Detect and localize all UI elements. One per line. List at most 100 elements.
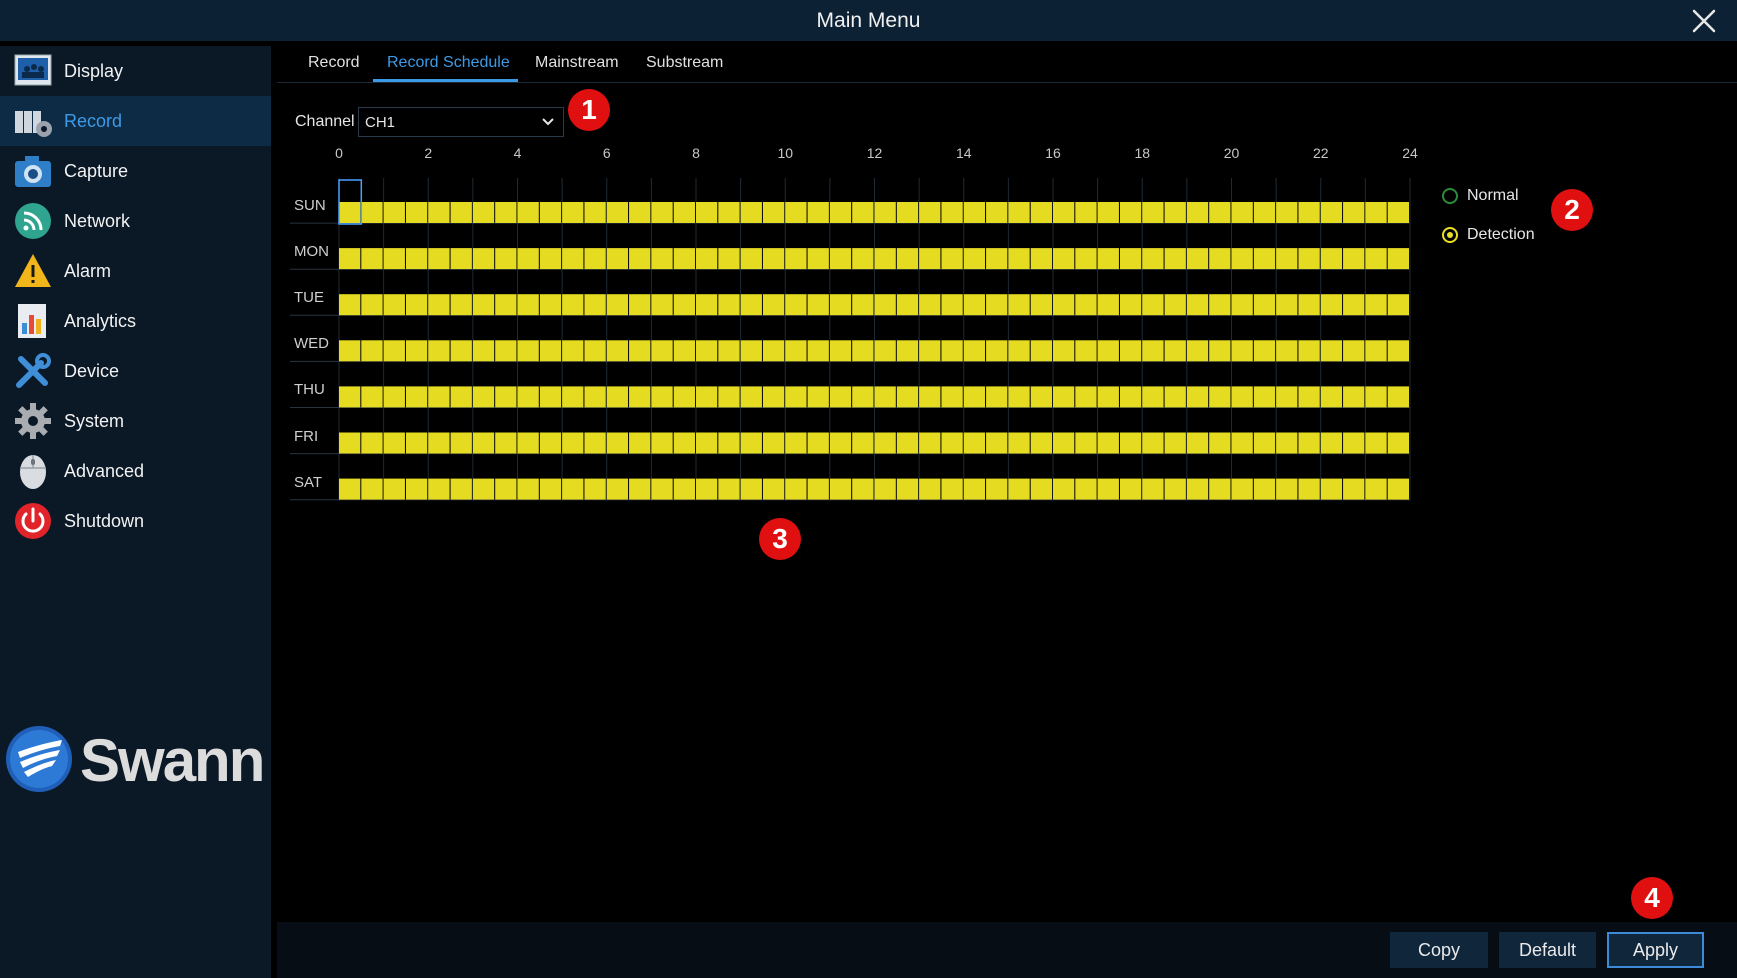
- schedule-slot[interactable]: [606, 386, 629, 408]
- sidebar-item-shutdown[interactable]: Shutdown: [0, 496, 271, 546]
- schedule-slot[interactable]: [339, 432, 361, 454]
- schedule-slot[interactable]: [1075, 432, 1097, 454]
- schedule-slot[interactable]: [1253, 248, 1276, 270]
- schedule-slot[interactable]: [740, 202, 762, 223]
- schedule-slot[interactable]: [807, 202, 829, 223]
- schedule-slot[interactable]: [450, 386, 472, 408]
- schedule-slot[interactable]: [785, 478, 807, 500]
- schedule-slot[interactable]: [896, 478, 919, 500]
- schedule-slot[interactable]: [1053, 386, 1075, 408]
- schedule-slot[interactable]: [1387, 202, 1409, 223]
- schedule-slot[interactable]: [1365, 294, 1387, 316]
- schedule-slot[interactable]: [1075, 478, 1097, 500]
- schedule-slot[interactable]: [718, 248, 740, 270]
- schedule-slot[interactable]: [584, 478, 606, 500]
- schedule-slot[interactable]: [1053, 432, 1075, 454]
- schedule-slot[interactable]: [1298, 202, 1320, 223]
- schedule-slot[interactable]: [495, 478, 517, 500]
- schedule-slot[interactable]: [1343, 432, 1365, 454]
- schedule-slot[interactable]: [1008, 386, 1030, 408]
- schedule-slot[interactable]: [1298, 386, 1320, 408]
- schedule-slot[interactable]: [986, 248, 1008, 270]
- schedule-slot[interactable]: [852, 478, 874, 500]
- schedule-slot[interactable]: [383, 294, 405, 316]
- schedule-slot[interactable]: [829, 294, 852, 316]
- schedule-slot[interactable]: [1164, 432, 1186, 454]
- schedule-slot[interactable]: [1053, 294, 1075, 316]
- schedule-slot[interactable]: [495, 202, 517, 223]
- schedule-slot[interactable]: [696, 202, 718, 223]
- schedule-slot[interactable]: [696, 386, 718, 408]
- close-icon[interactable]: [1691, 8, 1717, 34]
- schedule-slot[interactable]: [450, 248, 472, 270]
- schedule-grid[interactable]: [290, 170, 1420, 510]
- schedule-slot[interactable]: [1209, 294, 1231, 316]
- schedule-slot[interactable]: [1298, 248, 1320, 270]
- schedule-slot[interactable]: [1119, 294, 1142, 316]
- schedule-slot[interactable]: [405, 294, 428, 316]
- schedule-slot[interactable]: [762, 294, 785, 316]
- schedule-slot[interactable]: [1097, 432, 1119, 454]
- radio-normal[interactable]: [1442, 188, 1458, 204]
- schedule-slot[interactable]: [629, 202, 651, 223]
- schedule-slot[interactable]: [1030, 478, 1052, 500]
- schedule-slot[interactable]: [1030, 432, 1052, 454]
- schedule-slot[interactable]: [1209, 248, 1231, 270]
- schedule-slot[interactable]: [629, 340, 651, 362]
- schedule-slot[interactable]: [941, 294, 963, 316]
- tab-record-schedule[interactable]: Record Schedule: [387, 54, 510, 72]
- schedule-slot[interactable]: [428, 202, 450, 223]
- schedule-slot[interactable]: [539, 478, 562, 500]
- schedule-slot[interactable]: [1209, 340, 1231, 362]
- schedule-slot[interactable]: [1365, 202, 1387, 223]
- schedule-slot[interactable]: [450, 478, 472, 500]
- schedule-slot[interactable]: [740, 340, 762, 362]
- schedule-slot[interactable]: [829, 432, 852, 454]
- schedule-slot[interactable]: [1119, 432, 1142, 454]
- schedule-slot[interactable]: [1253, 478, 1276, 500]
- schedule-slot[interactable]: [495, 432, 517, 454]
- schedule-slot[interactable]: [651, 432, 673, 454]
- schedule-slot[interactable]: [1030, 202, 1052, 223]
- schedule-slot[interactable]: [472, 294, 495, 316]
- schedule-slot[interactable]: [1209, 386, 1231, 408]
- schedule-slot[interactable]: [539, 340, 562, 362]
- schedule-slot[interactable]: [986, 478, 1008, 500]
- schedule-slot[interactable]: [472, 478, 495, 500]
- schedule-slot[interactable]: [785, 294, 807, 316]
- schedule-slot[interactable]: [852, 202, 874, 223]
- schedule-slot[interactable]: [1008, 432, 1030, 454]
- schedule-slot[interactable]: [1097, 202, 1119, 223]
- schedule-slot[interactable]: [1231, 478, 1253, 500]
- schedule-slot[interactable]: [1053, 478, 1075, 500]
- schedule-slot[interactable]: [1142, 340, 1164, 362]
- schedule-slot[interactable]: [517, 202, 539, 223]
- schedule-slot[interactable]: [673, 432, 695, 454]
- schedule-slot[interactable]: [606, 340, 629, 362]
- schedule-slot[interactable]: [1320, 294, 1343, 316]
- schedule-slot[interactable]: [829, 248, 852, 270]
- sidebar-item-record[interactable]: Record: [0, 96, 271, 146]
- schedule-slot[interactable]: [1008, 248, 1030, 270]
- schedule-slot[interactable]: [807, 432, 829, 454]
- schedule-slot[interactable]: [696, 432, 718, 454]
- schedule-slot[interactable]: [1387, 294, 1409, 316]
- schedule-slot[interactable]: [629, 294, 651, 316]
- schedule-slot[interactable]: [495, 386, 517, 408]
- schedule-slot[interactable]: [896, 248, 919, 270]
- schedule-slot[interactable]: [1008, 340, 1030, 362]
- schedule-slot[interactable]: [718, 478, 740, 500]
- schedule-slot[interactable]: [539, 386, 562, 408]
- schedule-slot[interactable]: [807, 340, 829, 362]
- schedule-slot[interactable]: [651, 478, 673, 500]
- schedule-slot[interactable]: [361, 340, 383, 362]
- tab-record[interactable]: Record: [308, 54, 360, 72]
- schedule-slot[interactable]: [852, 432, 874, 454]
- schedule-slot[interactable]: [562, 248, 584, 270]
- schedule-slot[interactable]: [1119, 340, 1142, 362]
- schedule-slot[interactable]: [986, 432, 1008, 454]
- schedule-slot[interactable]: [785, 248, 807, 270]
- schedule-slot[interactable]: [762, 248, 785, 270]
- schedule-slot[interactable]: [606, 248, 629, 270]
- schedule-slot[interactable]: [1253, 386, 1276, 408]
